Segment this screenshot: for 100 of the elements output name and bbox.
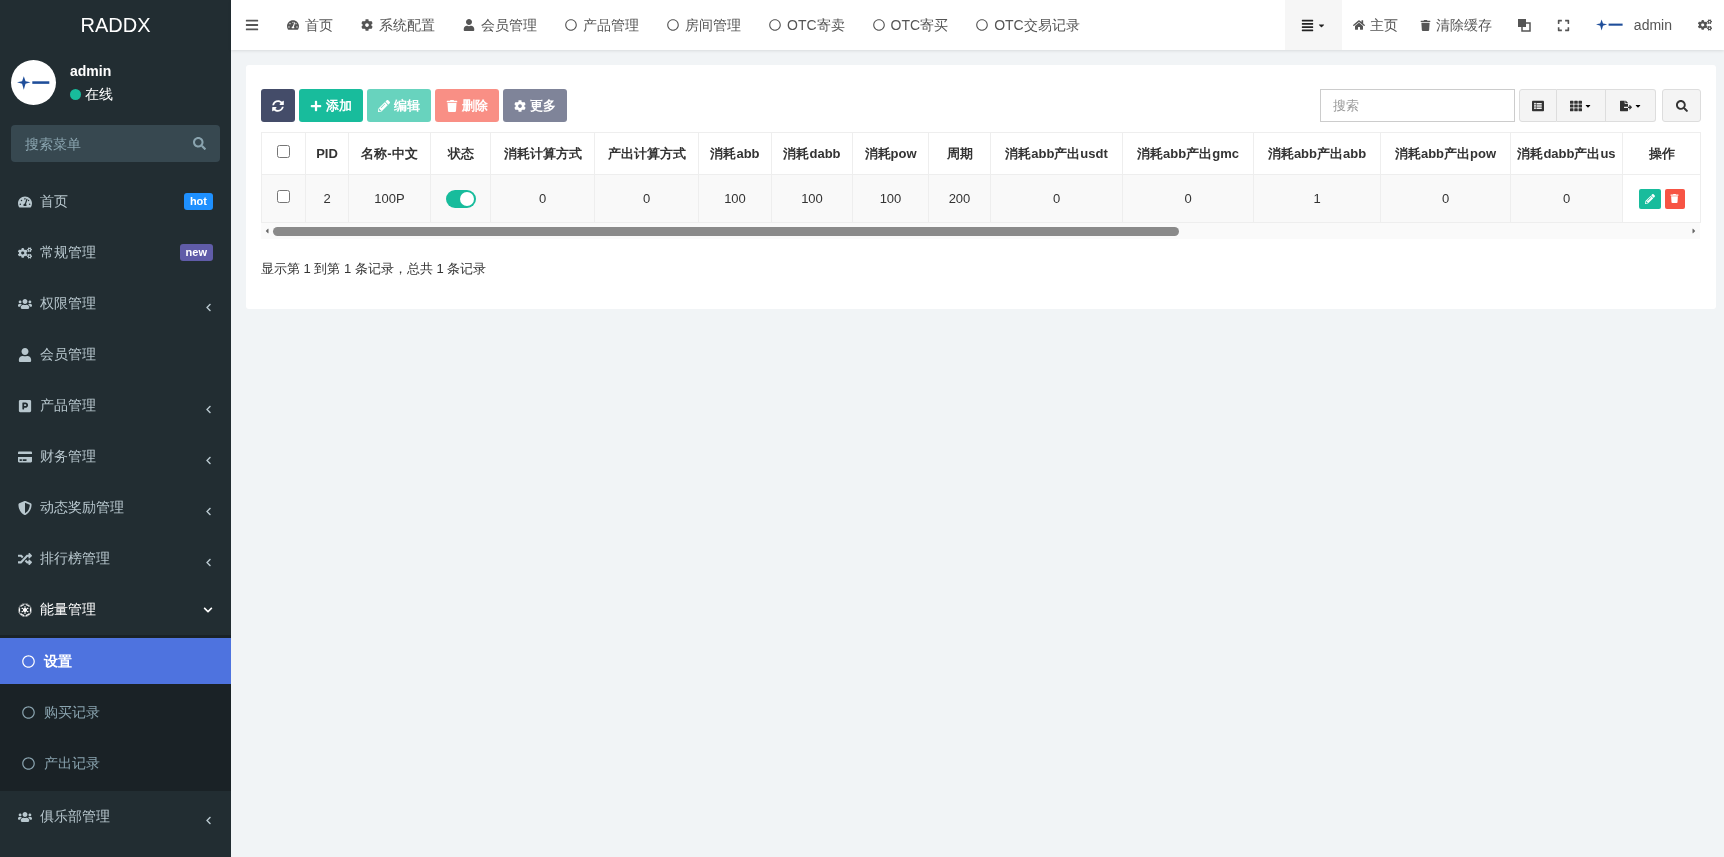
- menu-icon: [245, 18, 259, 32]
- submenu-item[interactable]: 设置: [0, 638, 231, 684]
- toggle-view-button[interactable]: [1519, 89, 1557, 122]
- settings-icon: [1698, 18, 1712, 32]
- nav-link[interactable]: 主页: [1341, 0, 1409, 50]
- menu-label: 首页: [40, 192, 69, 211]
- nav-tab[interactable]: 房间管理: [653, 0, 755, 50]
- trash-icon: [446, 99, 458, 112]
- menu-label: 动态奖励管理: [40, 498, 125, 517]
- user-menu[interactable]: admin: [1581, 0, 1686, 50]
- sidebar-item[interactable]: 排行榜管理: [0, 533, 231, 584]
- sidebar-item[interactable]: 财务管理: [0, 431, 231, 482]
- table-cell: 100P: [348, 174, 431, 223]
- scroll-right-icon: [1690, 227, 1698, 235]
- sidebar-item[interactable]: 会员管理: [0, 329, 231, 380]
- pagination-info: 显示第 1 到第 1 条记录，总共 1 条记录: [261, 260, 488, 278]
- sidebar-item[interactable]: 常规管理 new: [0, 227, 231, 278]
- column-header[interactable]: 消耗abb产出pow: [1380, 132, 1511, 175]
- user-name: admin: [70, 61, 113, 81]
- credit-card-icon: [18, 449, 32, 464]
- menu-search-field[interactable]: 搜索菜单: [11, 125, 220, 162]
- column-header[interactable]: 产出计算方式: [594, 132, 699, 175]
- row-checkbox[interactable]: [277, 189, 290, 203]
- nav-tab[interactable]: 会员管理: [449, 0, 551, 50]
- nav-link[interactable]: 清除缓存: [1408, 0, 1503, 50]
- menu-badge: hot: [183, 193, 213, 210]
- menu-label: 能量管理: [40, 600, 97, 619]
- trash-icon: [1419, 19, 1431, 31]
- delete-row-button[interactable]: [1664, 188, 1685, 209]
- horizontal-scrollbar[interactable]: [261, 223, 1700, 239]
- scrollbar-thumb[interactable]: [273, 226, 1179, 236]
- menu-label: 产品管理: [40, 396, 97, 415]
- menu-label: 会员管理: [40, 345, 97, 364]
- nav-tab[interactable]: OTC寄买: [858, 0, 963, 50]
- fullscreen-icon: [1556, 18, 1570, 32]
- table-cell: 0: [1510, 174, 1623, 223]
- search-button[interactable]: [1662, 89, 1701, 122]
- pencil-icon: [378, 99, 390, 112]
- app-logo[interactable]: RADDX: [0, 0, 231, 50]
- shuffle-icon: [18, 551, 32, 566]
- table-cell: 0: [594, 174, 699, 223]
- emblem-icon: [18, 602, 32, 617]
- sidebar-item[interactable]: 动态奖励管理: [0, 482, 231, 533]
- overlapping-squares-icon: [1516, 18, 1531, 32]
- column-header[interactable]: 消耗pow: [852, 132, 929, 175]
- user-icon: [463, 19, 475, 31]
- user-icon: [18, 347, 32, 362]
- menu-badge: new: [179, 244, 213, 261]
- column-header[interactable]: 状态: [430, 132, 491, 175]
- select-all-checkbox[interactable]: [277, 144, 290, 158]
- list-icon: [1532, 99, 1544, 112]
- logo-icon: [1595, 18, 1624, 32]
- columns-button[interactable]: [1557, 89, 1606, 122]
- menu-label: 排行榜管理: [40, 549, 111, 568]
- search-field[interactable]: 搜索: [1320, 89, 1515, 122]
- tab-list-dropdown[interactable]: [1284, 0, 1342, 50]
- sidebar-item[interactable]: 能量管理: [0, 584, 231, 635]
- status-toggle[interactable]: [445, 190, 476, 209]
- table-cell: 0: [1122, 174, 1254, 223]
- column-header[interactable]: 名称-中文: [348, 132, 431, 175]
- column-header[interactable]: PID: [305, 132, 349, 175]
- pencil-icon: [1644, 193, 1655, 204]
- column-header[interactable]: 消耗abb: [698, 132, 772, 175]
- search-icon: [193, 137, 206, 150]
- nav-tab[interactable]: OTC交易记录: [962, 0, 1094, 50]
- gears-icon: [18, 245, 32, 260]
- menu-label: 权限管理: [40, 294, 97, 313]
- grid-icon: [1570, 99, 1582, 112]
- scroll-left-icon: [263, 227, 271, 235]
- dashboard-icon: [287, 19, 299, 31]
- column-header[interactable]: 操作: [1622, 132, 1701, 175]
- column-header[interactable]: 消耗dabb: [771, 132, 853, 175]
- table-cell: 2: [305, 174, 349, 223]
- export-icon: [1619, 99, 1632, 112]
- nav-tab[interactable]: OTC寄卖: [755, 0, 859, 50]
- submenu-item[interactable]: 购买记录: [0, 689, 231, 735]
- submenu-item[interactable]: 产出记录: [0, 740, 231, 786]
- column-header[interactable]: 消耗计算方式: [490, 132, 595, 175]
- column-header[interactable]: 消耗abb产出gmc: [1122, 132, 1254, 175]
- column-header[interactable]: 消耗abb产出abb: [1253, 132, 1381, 175]
- nav-tab[interactable]: 产品管理: [551, 0, 653, 50]
- more-button[interactable]: 更多: [503, 89, 567, 122]
- table-cell: 0: [1380, 174, 1511, 223]
- export-button[interactable]: [1606, 89, 1656, 122]
- home-icon: [1352, 19, 1365, 31]
- column-header[interactable]: 周期: [928, 132, 991, 175]
- column-header[interactable]: 消耗abb产出usdt: [990, 132, 1123, 175]
- sidebar-item[interactable]: 产品管理: [0, 380, 231, 431]
- table-cell: 100: [698, 174, 772, 223]
- sidebar-item[interactable]: 首页 hot: [0, 176, 231, 227]
- column-header[interactable]: 消耗dabb产出us: [1510, 132, 1623, 175]
- sidebar-item[interactable]: 权限管理: [0, 278, 231, 329]
- plus-icon: [310, 99, 322, 112]
- nav-tab[interactable]: 首页: [273, 0, 347, 50]
- nav-tab[interactable]: 系统配置: [347, 0, 449, 50]
- refresh-button[interactable]: [261, 89, 295, 122]
- table-cell: 100: [771, 174, 853, 223]
- search-icon: [1675, 99, 1688, 112]
- user-status: 在线: [85, 84, 113, 104]
- sidebar-item[interactable]: 俱乐部管理: [0, 791, 231, 842]
